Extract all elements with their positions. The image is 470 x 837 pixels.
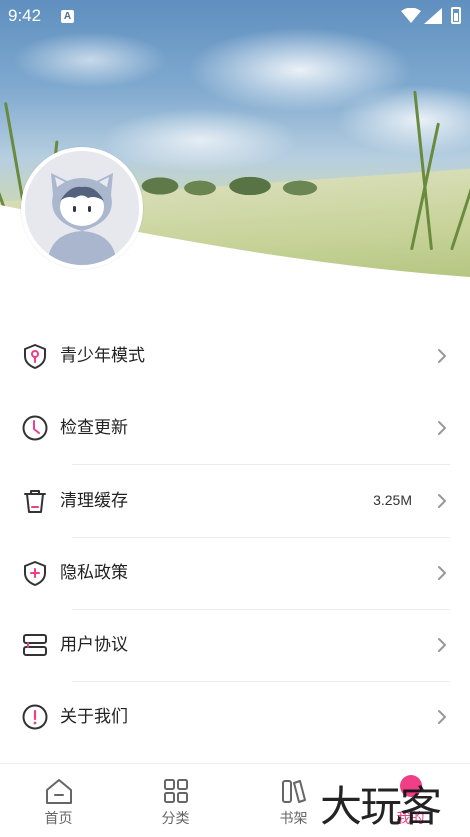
cache-size-value: 3.25M (373, 492, 412, 508)
nav-item-category[interactable]: 分类 (117, 764, 234, 837)
wifi-icon (401, 8, 421, 23)
menu-item-label: 检查更新 (60, 418, 128, 438)
shield-plus-icon (24, 561, 46, 586)
banner-trees (140, 168, 340, 198)
menu-item-about-us[interactable]: 关于我们 (0, 681, 470, 753)
chevron-right-icon (438, 638, 446, 652)
chevron-right-icon (438, 494, 446, 508)
info-exclamation-icon (22, 704, 48, 730)
document-stack-icon (23, 634, 47, 656)
menu-item-user-agreement[interactable]: 用户协议 (0, 609, 470, 681)
menu-item-label: 青少年模式 (60, 346, 145, 366)
avatar[interactable] (21, 147, 143, 269)
menu-item-label: 隐私政策 (60, 563, 128, 583)
menu-item-teen-mode[interactable]: 青少年模式 (0, 320, 470, 392)
nav-label: 分类 (161, 811, 190, 827)
chevron-right-icon (438, 349, 446, 363)
avatar-cat-hood-icon (25, 151, 139, 265)
notification-a-icon: A (61, 10, 74, 23)
menu-item-privacy-policy[interactable]: 隐私政策 (0, 537, 470, 609)
status-bar: 9:42 A (0, 0, 470, 32)
chevron-right-icon (438, 710, 446, 724)
nav-label: 首页 (44, 811, 73, 827)
chevron-right-icon (438, 566, 446, 580)
menu-item-clear-cache[interactable]: 清理缓存 3.25M (0, 465, 470, 537)
status-time: 9:42 (8, 6, 42, 25)
battery-icon (451, 7, 461, 24)
trash-icon (24, 490, 46, 513)
watermark-text: 大玩客 (320, 782, 442, 831)
books-icon (282, 780, 306, 803)
menu-item-label: 用户协议 (60, 635, 128, 655)
clock-icon (22, 415, 48, 441)
menu-item-label: 关于我们 (60, 707, 128, 727)
nav-item-home[interactable]: 首页 (0, 764, 117, 837)
chevron-right-icon (438, 421, 446, 435)
shield-key-icon (24, 344, 46, 369)
grid-icon (164, 779, 188, 803)
menu-item-check-update[interactable]: 检查更新 (0, 392, 470, 464)
home-icon (46, 779, 72, 804)
menu-item-label: 清理缓存 (60, 491, 128, 511)
signal-icon (424, 8, 442, 24)
